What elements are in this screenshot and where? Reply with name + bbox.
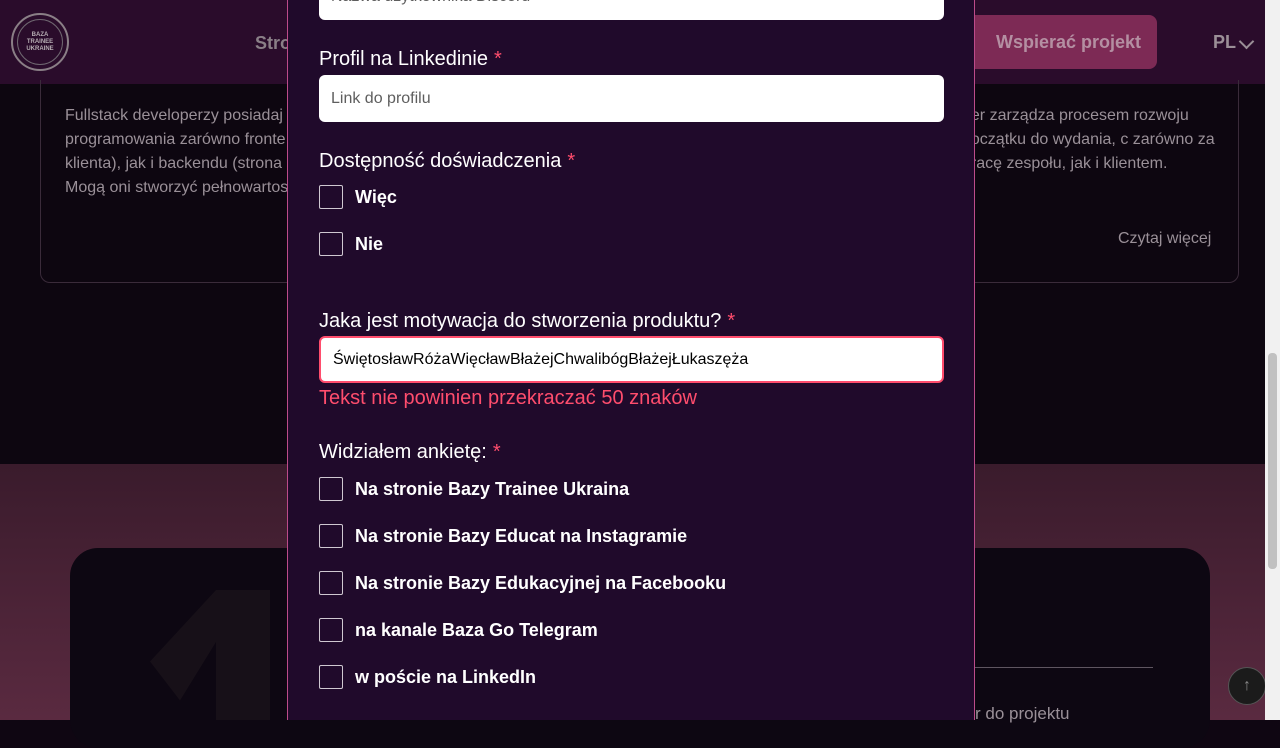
required-marker: * bbox=[727, 310, 736, 332]
required-marker: * bbox=[567, 150, 576, 172]
support-project-button[interactable]: Wspierać projekt bbox=[962, 15, 1157, 69]
page-scrollbar[interactable] bbox=[1265, 0, 1280, 720]
required-marker: * bbox=[494, 48, 502, 70]
nav-item-home[interactable]: Stro bbox=[255, 33, 291, 54]
motivation-input[interactable]: ŚwiętosławRóżaWięcławBłażejChwalibógBłaż… bbox=[319, 336, 944, 383]
motivation-error-message: Tekst nie powinien przekraczać 50 znaków bbox=[319, 387, 697, 409]
experience-label: Dostępność doświadczenia * bbox=[319, 150, 575, 173]
checkbox[interactable] bbox=[319, 524, 343, 548]
checkbox[interactable] bbox=[319, 665, 343, 689]
logo-text-line: BAZA bbox=[31, 32, 49, 38]
checkbox[interactable] bbox=[319, 185, 343, 209]
option-label: Na stronie Bazy Educat na Instagramie bbox=[355, 525, 688, 546]
logo-text-line: TRAINEE bbox=[26, 39, 54, 45]
option-label: Na stronie Bazy Edukacyjnej na Facebooku bbox=[355, 572, 727, 593]
language-selector[interactable]: PL bbox=[1213, 32, 1236, 53]
label-text: Widziałem ankietę: bbox=[319, 441, 487, 463]
role-description-fullstack: Fullstack developerzy posiadaj programow… bbox=[65, 107, 289, 196]
checkbox[interactable] bbox=[319, 232, 343, 256]
survey-option-instagram[interactable]: Na stronie Bazy Educat na Instagramie bbox=[319, 524, 687, 548]
checkbox[interactable] bbox=[319, 571, 343, 595]
survey-option-telegram[interactable]: na kanale Baza Go Telegram bbox=[319, 618, 598, 642]
survey-option-linkedin[interactable]: w poście na LinkedIn bbox=[319, 665, 536, 689]
option-label: w poście na LinkedIn bbox=[355, 666, 537, 687]
scrollbar-thumb[interactable] bbox=[1268, 353, 1277, 569]
label-text: Jaka jest motywacja do stworzenia produk… bbox=[319, 310, 722, 332]
logo-text-line: UKRAINE bbox=[26, 46, 54, 52]
motivation-label: Jaka jest motywacja do stworzenia produk… bbox=[319, 310, 735, 333]
option-label: Na stronie Bazy Trainee Ukraina bbox=[355, 478, 630, 499]
linkedin-profile-input[interactable]: Link do profilu bbox=[319, 75, 944, 122]
experience-option-yes[interactable]: Więc bbox=[319, 185, 397, 209]
discord-username-input[interactable]: Nazwa użytkownika Discord bbox=[319, 0, 944, 20]
survey-option-facebook[interactable]: Na stronie Bazy Edukacyjnej na Facebooku bbox=[319, 571, 726, 595]
scroll-to-top-button[interactable]: ↑ bbox=[1228, 667, 1266, 705]
checkbox[interactable] bbox=[319, 618, 343, 642]
option-label: Więc bbox=[355, 186, 397, 207]
checkbox[interactable] bbox=[319, 477, 343, 501]
survey-source-label: Widziałem ankietę: * bbox=[319, 441, 501, 464]
label-text: Profil na Linkedinie bbox=[319, 48, 488, 70]
arrow-up-icon: ↑ bbox=[1243, 677, 1251, 694]
label-text: Dostępność doświadczenia bbox=[319, 150, 562, 172]
linkedin-label: Profil na Linkedinie * bbox=[319, 48, 502, 71]
role-description-pm: ger zarządza procesem rozwoju początku d… bbox=[962, 107, 1215, 172]
option-label: na kanale Baza Go Telegram bbox=[355, 619, 598, 640]
read-more-link[interactable]: Czytaj więcej bbox=[1118, 230, 1211, 248]
survey-option-trainee-site[interactable]: Na stronie Bazy Trainee Ukraina bbox=[319, 477, 629, 501]
divider bbox=[975, 667, 1153, 668]
site-logo[interactable]: BAZA TRAINEE UKRAINE bbox=[11, 13, 69, 71]
experience-option-no[interactable]: Nie bbox=[319, 232, 383, 256]
required-marker: * bbox=[492, 441, 501, 463]
project-card-text: r do projektu bbox=[975, 704, 1070, 723]
option-label: Nie bbox=[355, 233, 384, 254]
